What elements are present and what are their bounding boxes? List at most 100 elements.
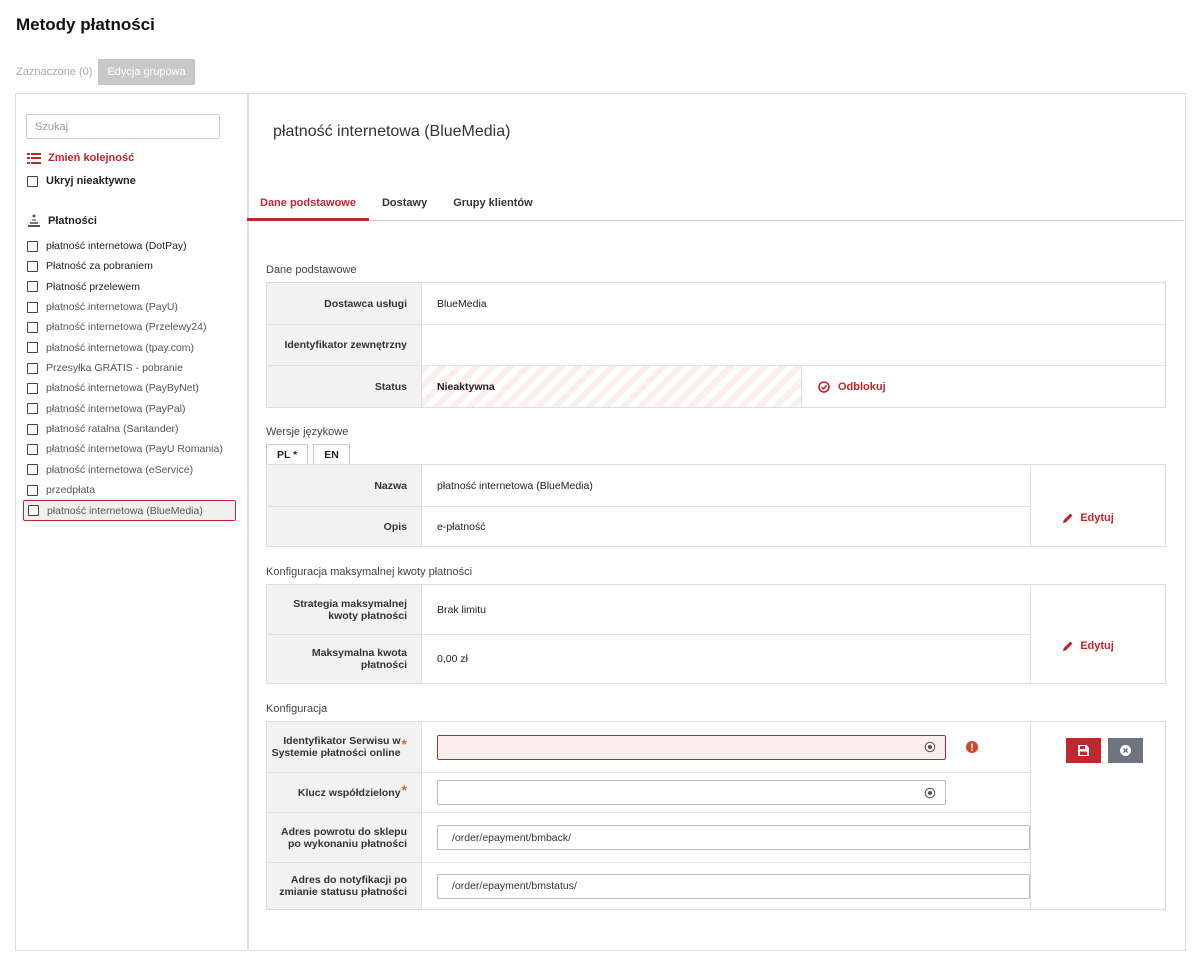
page-title: Metody płatności	[16, 15, 155, 34]
name-value: płatność internetowa (BlueMedia)	[437, 479, 593, 492]
max-amount-box: Strategia maksymalnej kwoty płatności Br…	[266, 584, 1166, 684]
list-item[interactable]: Płatność przelewem	[27, 277, 240, 297]
shared-key-row: Klucz współdzielony *	[267, 772, 1031, 812]
list-item[interactable]: przedpłata	[27, 480, 240, 500]
list-item[interactable]: Płatność za pobraniem	[27, 256, 240, 276]
external-id-row: Identyfikator zewnętrzny	[267, 324, 1165, 365]
tab-basic-data[interactable]: Dane podstawowe	[247, 190, 369, 221]
unlock-button[interactable]: Odblokuj	[802, 366, 886, 407]
item-checkbox[interactable]	[27, 362, 38, 374]
list-item[interactable]: płatność internetowa (DotPay)	[27, 236, 240, 256]
detail-panel: płatność internetowa (BlueMedia) Dane po…	[247, 94, 1185, 950]
return-url-input[interactable]: /order/epayment/bmback/	[437, 825, 1030, 850]
reveal-icon[interactable]	[924, 741, 936, 753]
unlock-label: Odblokuj	[838, 380, 886, 393]
language-tabs: PL * EN	[266, 444, 355, 464]
service-id-input[interactable]	[437, 734, 946, 760]
item-checkbox[interactable]	[27, 301, 38, 313]
tab-deliveries[interactable]: Dostawy	[369, 190, 440, 221]
status-row: Status Nieaktywna Odblokuj	[267, 365, 1165, 407]
hide-inactive-checkbox[interactable]	[27, 175, 38, 187]
list-item[interactable]: płatność internetowa (PayU Romania)	[27, 439, 240, 459]
shared-key-label: Klucz współdzielony	[297, 786, 401, 799]
list-item[interactable]: płatność ratalna (Santander)	[27, 419, 240, 439]
max-amount-edit-label: Edytuj	[1080, 640, 1114, 652]
tab-customer-groups[interactable]: Grupy klientów	[440, 190, 545, 221]
pencil-icon	[1063, 641, 1073, 651]
basic-data-box: Dostawca usługi BlueMedia Identyfikator …	[266, 282, 1166, 408]
max-amount-edit-column: Edytuj	[1030, 585, 1165, 683]
strategy-label: Strategia maksymalnej kwoty płatności	[267, 585, 422, 634]
pencil-icon	[1063, 513, 1073, 523]
reveal-icon[interactable]	[924, 787, 936, 799]
payments-section-header: Płatności	[27, 214, 97, 228]
sidebar: Zmień kolejność Ukryj nieaktywne Płatnoś…	[16, 94, 249, 950]
basic-section-label: Dane podstawowe	[266, 264, 357, 276]
list-item[interactable]: płatność internetowa (PayByNet)	[27, 378, 240, 398]
item-label: płatność internetowa (BlueMedia)	[47, 504, 203, 517]
hide-inactive-toggle[interactable]: Ukryj nieaktywne	[27, 175, 136, 187]
item-label: płatność internetowa (DotPay)	[46, 240, 187, 253]
shared-key-input[interactable]	[437, 780, 946, 805]
list-item-selected[interactable]: płatność internetowa (BlueMedia)	[23, 500, 236, 522]
lang-tab-en[interactable]: EN	[313, 444, 350, 464]
shared-key-cell	[422, 773, 958, 812]
item-checkbox[interactable]	[27, 342, 38, 354]
bulk-toolbar: Zaznaczone (0) Edycja grupowa	[16, 59, 195, 85]
cancel-button[interactable]	[1108, 738, 1143, 763]
item-label: płatność internetowa (Przelewy24)	[46, 321, 207, 334]
item-checkbox[interactable]	[27, 281, 38, 293]
payment-methods-list: płatność internetowa (DotPay) Płatność z…	[23, 236, 240, 522]
save-button[interactable]	[1066, 738, 1101, 763]
description-row: Opis e-płatność	[267, 506, 1031, 546]
item-checkbox[interactable]	[27, 484, 38, 496]
detail-tabs: Dane podstawowe Dostawy Grupy klientów	[247, 190, 1183, 221]
item-checkbox[interactable]	[28, 505, 39, 517]
list-item[interactable]: płatność internetowa (Przelewy24)	[27, 317, 240, 337]
list-item[interactable]: płatność internetowa (tpay.com)	[27, 338, 240, 358]
item-checkbox[interactable]	[27, 240, 38, 252]
detail-title: płatność internetowa (BlueMedia)	[273, 123, 511, 140]
list-item[interactable]: Przesyłka GRATIS - pobranie	[27, 358, 240, 378]
service-id-row: Identyfikator Serwisu w Systemie płatnoś…	[267, 722, 1031, 772]
notify-url-label: Adres do notyfikacji po zmianie statusu …	[267, 863, 422, 909]
lang-edit-button[interactable]: Edytuj	[1062, 489, 1114, 546]
item-checkbox[interactable]	[27, 443, 38, 455]
notify-url-input[interactable]: /order/epayment/bmstatus/	[437, 873, 1030, 899]
item-checkbox[interactable]	[27, 260, 38, 272]
floppy-disk-icon	[1078, 745, 1089, 756]
group-edit-button[interactable]: Edycja grupowa	[98, 59, 195, 85]
lang-tab-pl[interactable]: PL *	[266, 444, 309, 464]
payments-section-label: Płatności	[48, 215, 97, 227]
notify-url-row: Adres do notyfikacji po zmianie statusu …	[267, 862, 1031, 909]
hide-inactive-label: Ukryj nieaktywne	[46, 175, 136, 187]
item-checkbox[interactable]	[27, 382, 38, 394]
lang-section-label: Wersje językowe	[266, 426, 349, 438]
item-checkbox[interactable]	[27, 423, 38, 435]
close-circle-icon	[1120, 745, 1131, 756]
item-label: płatność internetowa (tpay.com)	[46, 341, 195, 354]
config-actions	[1030, 722, 1165, 909]
description-value: e-płatność	[437, 520, 486, 533]
list-item[interactable]: płatność internetowa (PayPal)	[27, 399, 240, 419]
reorder-link[interactable]: Zmień kolejność	[27, 152, 134, 164]
item-label: Przesyłka GRATIS - pobranie	[46, 362, 183, 375]
item-label: płatność internetowa (PayPal)	[46, 402, 186, 415]
required-mark: *	[401, 781, 407, 798]
item-checkbox[interactable]	[27, 321, 38, 333]
max-amount-section-label: Konfiguracja maksymalnej kwoty płatności	[266, 566, 473, 578]
max-amount-edit-button[interactable]: Edytuj	[1062, 609, 1114, 683]
content-frame: Zmień kolejność Ukryj nieaktywne Płatnoś…	[15, 93, 1186, 951]
list-item[interactable]: płatność internetowa (eService)	[27, 460, 240, 480]
external-id-label: Identyfikator zewnętrzny	[267, 325, 422, 365]
item-label: płatność internetowa (PayU Romania)	[46, 443, 223, 456]
item-checkbox[interactable]	[27, 403, 38, 415]
service-id-label-cell: Identyfikator Serwisu w Systemie płatnoś…	[267, 722, 422, 772]
error-icon	[966, 741, 978, 753]
item-checkbox[interactable]	[27, 464, 38, 476]
name-row: Nazwa płatność internetowa (BlueMedia)	[267, 465, 1031, 506]
config-section-label: Konfiguracja	[266, 703, 328, 715]
list-item[interactable]: płatność internetowa (PayU)	[27, 297, 240, 317]
name-label: Nazwa	[267, 465, 422, 506]
search-input[interactable]	[26, 114, 220, 139]
